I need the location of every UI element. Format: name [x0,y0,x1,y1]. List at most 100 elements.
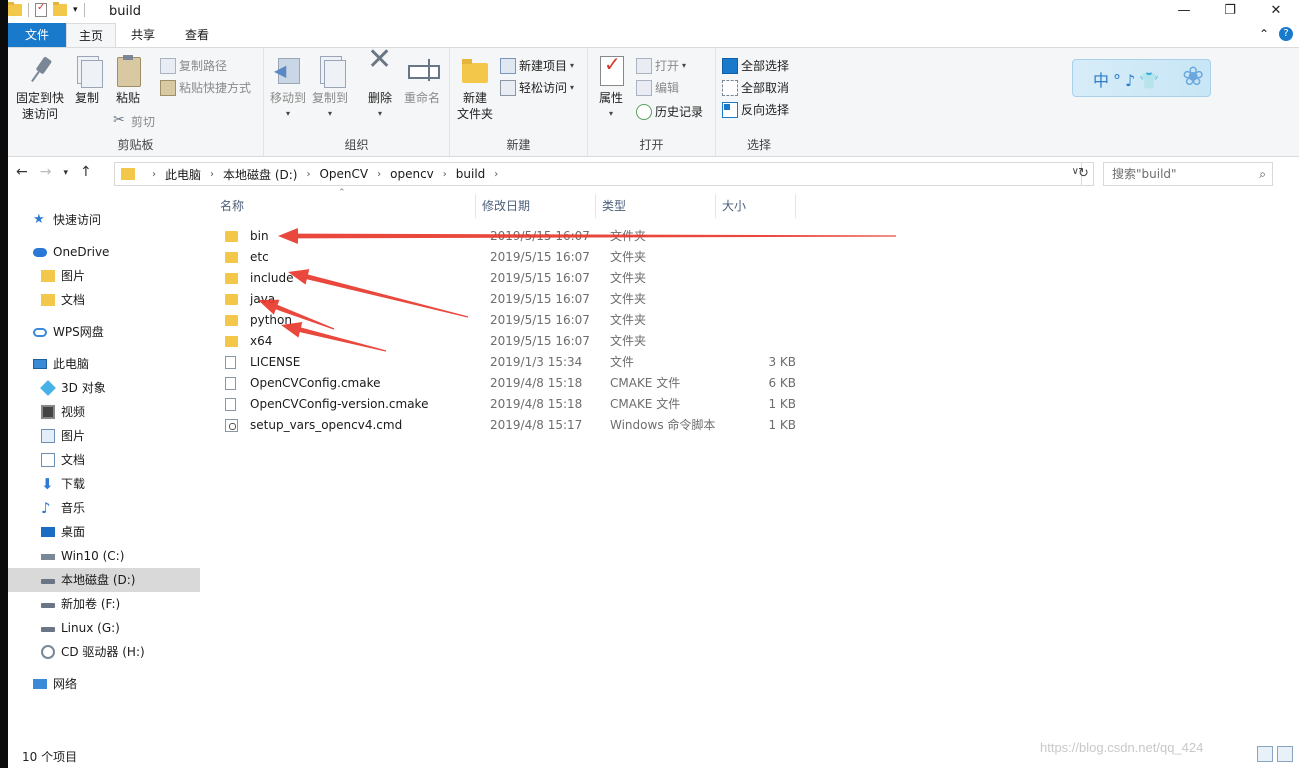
history-button[interactable]: 历史记录 [636,103,703,120]
forward-icon[interactable]: → [40,164,52,182]
nav-item-drive-d[interactable]: 本地磁盘 (D:) [8,568,200,592]
properties-label: 属性 [598,91,623,105]
breadcrumb-opencv[interactable]: opencv [390,167,434,181]
select-none-button[interactable]: 全部取消 [722,79,789,96]
copy-to-button[interactable]: 复制到 ▾ [310,54,350,122]
file-row[interactable]: OpenCVConfig.cmake 2019/4/8 15:18 CMAKE … [220,373,800,394]
breadcrumb-this-pc[interactable]: 此电脑 [165,166,201,183]
document-icon [41,453,55,467]
recent-locations-icon[interactable]: ▾ [63,164,68,182]
nav-item-network[interactable]: 网络 [8,672,200,696]
copy-path-button[interactable]: 复制路径 [160,57,227,74]
new-folder-button[interactable]: 新建 文件夹 [454,54,496,122]
new-folder-qat-icon[interactable] [53,2,67,16]
column-header-size[interactable]: 大小 [722,194,796,218]
ribbon-right-controls: ⌃ ? [1259,27,1293,41]
nav-item-drive-c[interactable]: Win10 (C:) [8,544,200,568]
nav-item-3d-objects[interactable]: 3D 对象 [8,376,200,400]
details-view-icon[interactable] [1257,746,1273,762]
back-icon[interactable]: ← [16,164,28,182]
breadcrumb-drive-d[interactable]: 本地磁盘 (D:) [223,166,297,183]
large-icons-view-icon[interactable] [1277,746,1293,762]
column-header-type[interactable]: 类型 [602,194,716,218]
file-row[interactable]: java 2019/5/15 16:07 文件夹 [220,289,800,310]
flower-icon: ❀ [1182,62,1204,92]
search-input[interactable]: 搜索"build" ⌕ [1103,162,1273,186]
delete-button[interactable]: 删除 ▾ [364,52,396,122]
folder-icon [225,273,238,284]
breadcrumb-separator[interactable]: › [152,169,156,180]
edit-button[interactable]: 编辑 [636,79,679,96]
nav-item-music[interactable]: ♪ 音乐 [8,496,200,520]
nav-item-this-pc[interactable]: 此电脑 [8,352,200,376]
file-row[interactable]: include 2019/5/15 16:07 文件夹 [220,268,800,289]
nav-item-drive-g[interactable]: Linux (G:) [8,616,200,640]
nav-item-desktop[interactable]: 桌面 [8,520,200,544]
breadcrumb-separator[interactable]: › [494,169,498,180]
breadcrumb-separator[interactable]: › [443,169,447,180]
new-item-button[interactable]: 新建项目 ▾ [500,57,574,74]
nav-item-cd-drive[interactable]: CD 驱动器 (H:) [8,640,200,664]
view-toggle [1257,746,1293,762]
close-button[interactable]: ✕ [1253,0,1299,22]
column-header-name[interactable]: 名称 [220,194,476,218]
tab-share[interactable]: 共享 [116,23,170,47]
address-bar[interactable]: › 此电脑 › 本地磁盘 (D:) › OpenCV › opencv › bu… [114,162,1082,186]
nav-item-onedrive-documents[interactable]: 文档 [8,288,200,312]
tab-file[interactable]: 文件 [8,23,66,47]
qat-separator [83,3,85,17]
tab-home[interactable]: 主页 [66,23,116,47]
music-note-icon: ♪ [41,499,51,517]
file-row[interactable]: bin 2019/5/15 16:07 文件夹 [220,226,800,247]
select-none-icon [722,79,738,96]
nav-item-drive-f[interactable]: 新加卷 (F:) [8,592,200,616]
qat-dropdown-icon[interactable]: ▾ [73,5,78,15]
file-row[interactable]: OpenCVConfig-version.cmake 2019/4/8 15:1… [220,394,800,415]
breadcrumb-separator[interactable]: › [377,169,381,180]
properties-button[interactable]: 属性 ▾ [592,54,630,122]
select-all-button[interactable]: 全部选择 [722,57,789,74]
open-button[interactable]: 打开 ▾ [636,57,686,74]
nav-label: CD 驱动器 (H:) [61,645,145,659]
invert-selection-button[interactable]: 反向选择 [722,101,789,118]
paste-shortcut-button[interactable]: 粘贴快捷方式 [160,79,251,96]
paste-button[interactable]: 粘贴 [110,54,146,106]
nav-item-videos[interactable]: 视频 [8,400,200,424]
nav-item-downloads[interactable]: ⬇ 下载 [8,472,200,496]
nav-item-quick-access[interactable]: ★ 快速访问 [8,208,200,232]
group-open: 属性 ▾ 打开 ▾ 编辑 历史记录 打开 [588,48,716,156]
maximize-button[interactable]: ❐ [1207,0,1253,22]
breadcrumb-separator[interactable]: › [306,169,310,180]
pin-quick-access-button[interactable]: 固定到快 速访问 [14,54,66,122]
file-row[interactable]: x64 2019/5/15 16:07 文件夹 [220,331,800,352]
refresh-button[interactable]: ↻ [1074,162,1094,186]
nav-item-documents[interactable]: 文档 [8,448,200,472]
nav-label: 视频 [61,405,86,419]
up-icon[interactable]: ↑ [80,164,92,182]
copy-button[interactable]: 复制 [70,54,104,106]
file-row[interactable]: LICENSE 2019/1/3 15:34 文件 3 KB [220,352,800,373]
column-header-date[interactable]: 修改日期 [482,194,596,218]
easy-access-button[interactable]: 轻松访问 ▾ [500,79,574,96]
file-list: ⌃ 名称 修改日期 类型 大小 bin 2019/5/15 16:07 文件夹 … [220,188,1280,734]
rename-button[interactable]: 重命名 [400,54,444,106]
help-icon[interactable]: ? [1279,27,1293,41]
file-row[interactable]: python 2019/5/15 16:07 文件夹 [220,310,800,331]
breadcrumb-opencv-upper[interactable]: OpenCV [319,167,368,181]
nav-item-wps-cloud[interactable]: WPS网盘 [8,320,200,344]
move-to-button[interactable]: 移动到 ▾ [268,54,308,122]
collapse-ribbon-icon[interactable]: ⌃ [1259,27,1269,41]
minimize-button[interactable]: — [1161,0,1207,22]
nav-item-onedrive-pictures[interactable]: 图片 [8,264,200,288]
file-row[interactable]: setup_vars_opencv4.cmd 2019/4/8 15:17 Wi… [220,415,800,436]
nav-item-onedrive[interactable]: OneDrive [8,240,200,264]
scissors-icon [112,112,128,130]
properties-qat-icon[interactable] [35,2,47,17]
file-row[interactable]: etc 2019/5/15 16:07 文件夹 [220,247,800,268]
cut-button[interactable]: 剪切 [112,112,155,130]
tab-view[interactable]: 查看 [170,23,224,47]
breadcrumb-build[interactable]: build [456,167,486,181]
breadcrumb-separator[interactable]: › [210,169,214,180]
folder-icon [225,294,238,305]
nav-item-pictures[interactable]: 图片 [8,424,200,448]
